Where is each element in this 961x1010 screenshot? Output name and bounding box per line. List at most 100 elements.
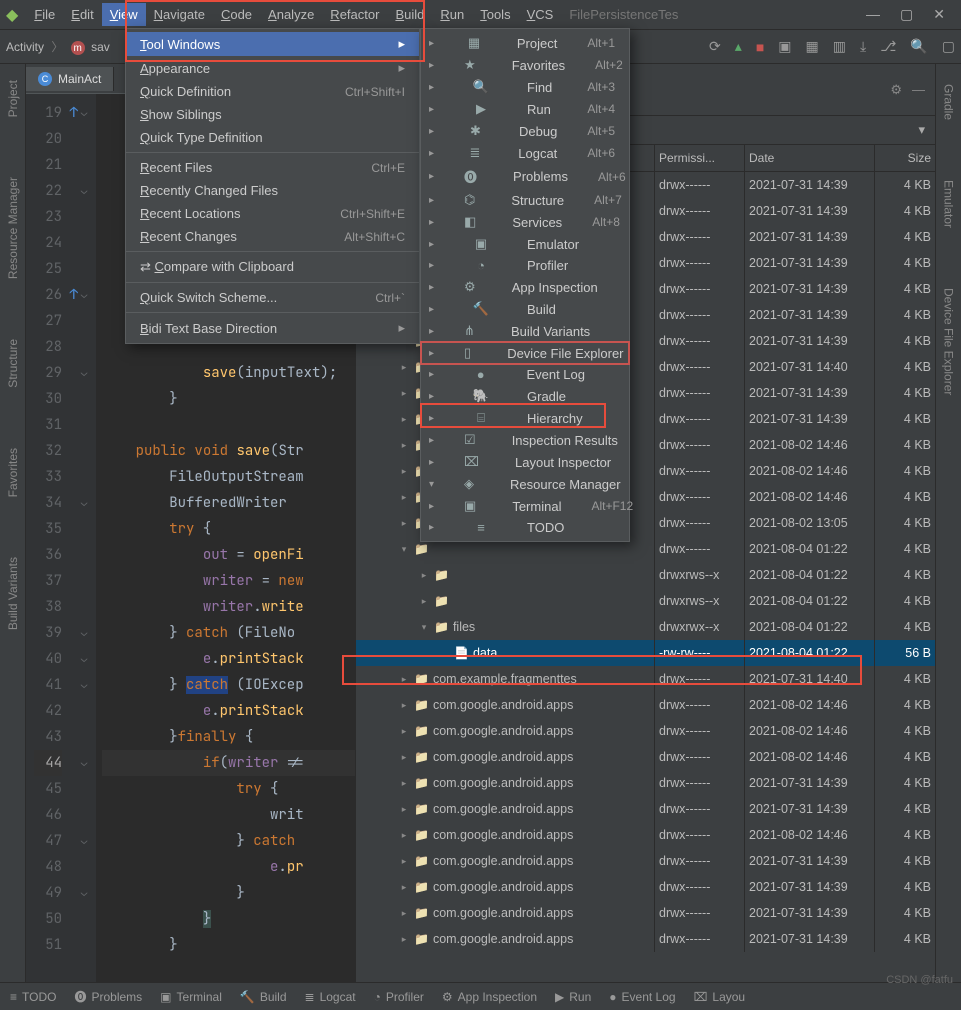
avd-icon[interactable]: ▦ bbox=[806, 38, 819, 55]
attach-icon[interactable]: ⤓ bbox=[860, 38, 866, 55]
run-icon[interactable]: ▴ bbox=[735, 38, 742, 55]
toolwin-item-app-inspection[interactable]: ▸⚙App Inspection bbox=[421, 276, 629, 298]
col-size[interactable]: Size bbox=[875, 145, 935, 171]
col-perm[interactable]: Permissi... bbox=[655, 145, 745, 171]
toolwin-item-problems[interactable]: ▸⓿ProblemsAlt+6 bbox=[421, 164, 629, 189]
sync-icon[interactable]: ⟳ bbox=[709, 38, 721, 55]
status-build[interactable]: 🔨Build bbox=[240, 990, 287, 1004]
search-icon[interactable]: 🔍 bbox=[910, 38, 927, 55]
editor-tab[interactable]: C MainAct bbox=[26, 67, 114, 91]
menu-item-show-siblings[interactable]: Show Siblings bbox=[126, 103, 419, 126]
folder-row[interactable]: ▸com.google.android.appsdrwx------2021-0… bbox=[356, 848, 935, 874]
toolwin-item-layout-inspector[interactable]: ▸⌧Layout Inspector bbox=[421, 451, 629, 473]
git-icon[interactable]: ⎇ bbox=[880, 38, 896, 55]
folder-row[interactable]: ▸com.example.fragmenttesdrwx------2021-0… bbox=[356, 666, 935, 692]
folder-row[interactable]: ▸com.google.android.appsdrwx------2021-0… bbox=[356, 744, 935, 770]
folder-row[interactable]: ▾filesdrwxrwx--x2021-08-04 01:224 KB bbox=[356, 614, 935, 640]
toolwin-item-structure[interactable]: ▸⌬StructureAlt+7 bbox=[421, 189, 629, 211]
toolwin-item-todo[interactable]: ▸≡TODO bbox=[421, 517, 629, 538]
close-button[interactable]: ✕ bbox=[933, 6, 945, 23]
menu-item-recent-files[interactable]: Recent FilesCtrl+E bbox=[126, 156, 419, 179]
menu-run[interactable]: Run bbox=[432, 3, 472, 26]
menu-build[interactable]: Build bbox=[387, 3, 432, 26]
toolstrip-emulator[interactable]: Emulator bbox=[942, 170, 956, 238]
status-problems[interactable]: ⓿Problems bbox=[74, 988, 142, 1005]
menu-vcs[interactable]: VCS bbox=[519, 3, 562, 26]
stop-icon[interactable]: ■ bbox=[756, 39, 764, 55]
breadcrumb[interactable]: Activity 〉 m sav bbox=[6, 38, 110, 56]
folder-row[interactable]: ▸drwxrws--x2021-08-04 01:224 KB bbox=[356, 562, 935, 588]
toolwin-item-emulator[interactable]: ▸▣Emulator bbox=[421, 233, 629, 255]
toolwin-item-run[interactable]: ▸▶RunAlt+4 bbox=[421, 98, 629, 120]
menu-item-bidi-text-base-direction[interactable]: Bidi Text Base Direction▸ bbox=[126, 316, 419, 340]
sdk-icon[interactable]: ▥ bbox=[833, 38, 846, 55]
tool-windows-submenu[interactable]: ▸▦ProjectAlt+1▸★FavoritesAlt+2▸🔍FindAlt+… bbox=[420, 28, 630, 542]
gear-icon[interactable]: ⚙ bbox=[890, 82, 902, 98]
toolwin-item-hierarchy[interactable]: ▸⌸Hierarchy bbox=[421, 407, 629, 429]
menu-view[interactable]: View bbox=[102, 3, 146, 26]
status-logcat[interactable]: ≣Logcat bbox=[305, 990, 356, 1004]
status-run[interactable]: ▶Run bbox=[555, 990, 591, 1004]
toolwin-item-inspection-results[interactable]: ▸☑Inspection Results bbox=[421, 429, 629, 451]
maximize-button[interactable]: ▢ bbox=[900, 6, 913, 23]
toolwin-item-find[interactable]: ▸🔍FindAlt+3 bbox=[421, 76, 629, 98]
toolstrip-build-variants[interactable]: Build Variants bbox=[6, 547, 20, 640]
toolstrip-favorites[interactable]: Favorites bbox=[6, 438, 20, 507]
folder-row[interactable]: ▸com.google.android.appsdrwx------2021-0… bbox=[356, 770, 935, 796]
breadcrumb-item[interactable]: Activity bbox=[6, 40, 44, 54]
folder-row[interactable]: ▸com.google.android.appsdrwx------2021-0… bbox=[356, 822, 935, 848]
toolwin-item-debug[interactable]: ▸✱DebugAlt+5 bbox=[421, 120, 629, 142]
toolstrip-device-file-explorer[interactable]: Device File Explorer bbox=[942, 278, 956, 405]
menu-item-recent-locations[interactable]: Recent LocationsCtrl+Shift+E bbox=[126, 202, 419, 225]
menu-item-compare-with-clipboard[interactable]: ⇄ Compare with Clipboard bbox=[126, 255, 419, 279]
file-row[interactable]: data-rw-rw----2021-08-04 01:2256 B bbox=[356, 640, 935, 666]
menu-analyze[interactable]: Analyze bbox=[260, 3, 322, 26]
folder-row[interactable]: ▸drwxrws--x2021-08-04 01:224 KB bbox=[356, 588, 935, 614]
toolwin-item-build[interactable]: ▸🔨Build bbox=[421, 298, 629, 320]
toolstrip-resource-manager[interactable]: Resource Manager bbox=[6, 167, 20, 289]
menu-item-recently-changed-files[interactable]: Recently Changed Files bbox=[126, 179, 419, 202]
toolstrip-project[interactable]: Project bbox=[6, 70, 20, 127]
status-todo[interactable]: ≡TODO bbox=[10, 990, 56, 1004]
toolwin-item-services[interactable]: ▸◧ServicesAlt+8 bbox=[421, 211, 629, 233]
menu-edit[interactable]: Edit bbox=[63, 3, 101, 26]
toolwin-item-device-file-explorer[interactable]: ▸▯Device File Explorer bbox=[421, 342, 629, 364]
device-icon[interactable]: ▣ bbox=[778, 38, 791, 55]
view-menu[interactable]: Tool Windows▸Appearance▸Quick Definition… bbox=[125, 28, 420, 344]
toolwin-item-favorites[interactable]: ▸★FavoritesAlt+2 bbox=[421, 54, 629, 76]
toolstrip-gradle[interactable]: Gradle bbox=[942, 74, 956, 130]
menu-item-tool-windows[interactable]: Tool Windows▸ bbox=[126, 32, 419, 56]
menu-item-quick-switch-scheme-[interactable]: Quick Switch Scheme...Ctrl+` bbox=[126, 286, 419, 309]
folder-row[interactable]: ▸com.google.android.appsdrwx------2021-0… bbox=[356, 796, 935, 822]
status-layou[interactable]: ⌧Layou bbox=[694, 990, 746, 1004]
folder-row[interactable]: ▸com.google.android.appsdrwx------2021-0… bbox=[356, 692, 935, 718]
toolwin-item-profiler[interactable]: ▸◔Profiler bbox=[421, 255, 629, 276]
folder-row[interactable]: ▸com.google.android.appsdrwx------2021-0… bbox=[356, 718, 935, 744]
minimize-button[interactable]: — bbox=[866, 6, 880, 23]
minimize-panel-icon[interactable]: — bbox=[912, 82, 925, 97]
folder-row[interactable]: ▸com.google.android.appsdrwx------2021-0… bbox=[356, 900, 935, 926]
menu-tools[interactable]: Tools bbox=[472, 3, 518, 26]
menu-file[interactable]: File bbox=[26, 3, 63, 26]
menu-item-appearance[interactable]: Appearance▸ bbox=[126, 56, 419, 80]
status-terminal[interactable]: ▣Terminal bbox=[160, 990, 222, 1004]
toolwin-item-project[interactable]: ▸▦ProjectAlt+1 bbox=[421, 32, 629, 54]
folder-row[interactable]: ▸com.google.android.appsdrwx------2021-0… bbox=[356, 926, 935, 952]
menu-item-quick-definition[interactable]: Quick DefinitionCtrl+Shift+I bbox=[126, 80, 419, 103]
user-icon[interactable]: ▢ bbox=[942, 38, 955, 55]
menu-item-quick-type-definition[interactable]: Quick Type Definition bbox=[126, 126, 419, 149]
menu-item-recent-changes[interactable]: Recent ChangesAlt+Shift+C bbox=[126, 225, 419, 248]
toolstrip-structure[interactable]: Structure bbox=[6, 329, 20, 398]
toolwin-item-build-variants[interactable]: ▸⋔Build Variants bbox=[421, 320, 629, 342]
breadcrumb-item[interactable]: sav bbox=[91, 40, 110, 54]
status-app-inspection[interactable]: ⚙App Inspection bbox=[442, 990, 537, 1004]
status-profiler[interactable]: ◔Profiler bbox=[374, 990, 424, 1004]
toolwin-item-resource-manager[interactable]: ▾◈Resource Manager bbox=[421, 473, 629, 495]
col-date[interactable]: Date bbox=[745, 145, 875, 171]
menu-code[interactable]: Code bbox=[213, 3, 260, 26]
menu-navigate[interactable]: Navigate bbox=[146, 3, 213, 26]
status-event-log[interactable]: ●Event Log bbox=[609, 990, 675, 1004]
toolwin-item-gradle[interactable]: ▸🐘Gradle bbox=[421, 385, 629, 407]
toolwin-item-logcat[interactable]: ▸≣LogcatAlt+6 bbox=[421, 142, 629, 164]
folder-row[interactable]: ▸com.google.android.appsdrwx------2021-0… bbox=[356, 874, 935, 900]
